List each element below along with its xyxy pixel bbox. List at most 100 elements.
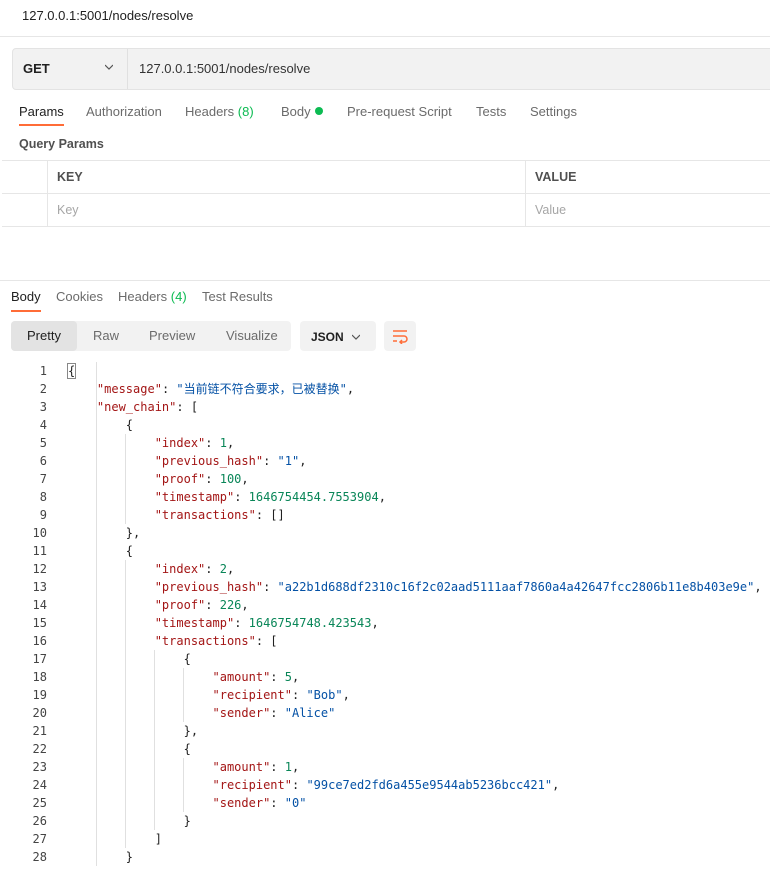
line-number: 11	[32, 544, 47, 558]
code-line: 21 },	[0, 722, 770, 740]
tab-settings[interactable]: Settings	[530, 104, 577, 119]
json-string: "99ce7ed2fd6a455e9544ab5236bcc421"	[306, 778, 553, 792]
tab-headers[interactable]: Headers (8)	[185, 104, 254, 119]
json-string: "a22b1d688df2310c16f2c02aad5111aaf7860a4…	[277, 580, 755, 594]
code-text: "index": 1,	[68, 434, 235, 452]
json-punct: :	[291, 778, 307, 792]
code-line: 26 }	[0, 812, 770, 830]
json-string: "0"	[284, 796, 307, 810]
json-punct	[68, 796, 213, 810]
key-placeholder: Key	[57, 203, 79, 217]
line-number: 5	[39, 436, 47, 450]
resp-tab-headers[interactable]: Headers (4)	[118, 289, 187, 304]
tab-underline	[11, 310, 41, 312]
code-text: "proof": 100,	[68, 470, 249, 488]
json-punct: :	[270, 796, 285, 810]
view-preview-label: Preview	[149, 328, 196, 343]
code-line: 10 },	[0, 524, 770, 542]
line-number: 4	[39, 418, 47, 432]
json-punct: ,	[241, 598, 249, 612]
json-key: "index"	[154, 562, 206, 576]
code-line: 5 "index": 1,	[0, 434, 770, 452]
json-punct: ,	[754, 580, 762, 594]
json-punct: :	[291, 688, 307, 702]
value-input[interactable]: Value	[525, 194, 770, 226]
code-line: 23 "amount": 1,	[0, 758, 770, 776]
tab-tests[interactable]: Tests	[476, 104, 506, 119]
line-number: 25	[32, 796, 47, 810]
json-key: "proof"	[154, 472, 206, 486]
json-punct: :	[270, 670, 285, 684]
line-number: 2	[39, 382, 47, 396]
json-punct: ,	[291, 760, 300, 774]
code-text: {	[68, 740, 191, 758]
json-key: "previous_hash"	[154, 454, 264, 468]
json-number: 226	[219, 598, 242, 612]
json-key: "sender"	[212, 706, 271, 720]
url-input[interactable]: 127.0.0.1:5001/nodes/resolve	[139, 61, 310, 76]
key-input[interactable]: Key	[47, 194, 526, 226]
code-line: 16 "transactions": [	[0, 632, 770, 650]
code-text: "sender": "Alice"	[68, 704, 336, 722]
code-text: "timestamp": 1646754748.423543,	[68, 614, 379, 632]
json-punct	[68, 688, 213, 702]
view-visualize[interactable]: Visualize	[211, 321, 291, 351]
json-punct: ,	[371, 616, 379, 630]
line-number: 14	[32, 598, 47, 612]
method-select[interactable]: GET	[13, 49, 128, 89]
code-text: }	[68, 848, 133, 866]
json-number: 1646754454.7553904	[248, 490, 379, 504]
json-punct: ,	[291, 670, 300, 684]
json-key: "message"	[96, 382, 162, 396]
resp-tab-test-results[interactable]: Test Results	[202, 289, 273, 304]
code-text: },	[68, 722, 198, 740]
code-text: "previous_hash": "1",	[68, 452, 307, 470]
code-line: 19 "recipient": "Bob",	[0, 686, 770, 704]
json-string: "Alice"	[284, 706, 336, 720]
json-punct: : [	[255, 634, 278, 648]
query-params-table: KEY VALUE Key Value	[2, 160, 770, 227]
response-body-code[interactable]: 1{2 "message": "当前链不符合要求，已被替换", 3 "new_ch…	[0, 362, 770, 866]
json-punct: },	[68, 724, 199, 738]
code-text: }	[68, 812, 191, 830]
tab-authorization[interactable]: Authorization	[86, 104, 162, 119]
code-text: "index": 2,	[68, 560, 235, 578]
view-mode-group: Pretty Raw Preview Visualize	[11, 321, 291, 351]
resp-tab-headers-label: Headers	[118, 289, 168, 304]
tab-body[interactable]: Body	[281, 104, 323, 119]
code-line: 14 "proof": 226,	[0, 596, 770, 614]
value-header: VALUE	[535, 170, 577, 184]
wrap-lines-button[interactable]	[384, 321, 416, 351]
code-line: 13 "previous_hash": "a22b1d688df2310c16f…	[0, 578, 770, 596]
json-punct	[68, 472, 155, 486]
resp-tab-body[interactable]: Body	[11, 289, 41, 312]
json-punct: :	[263, 580, 278, 594]
view-raw-label: Raw	[93, 328, 120, 343]
tab-params[interactable]: Params	[19, 104, 64, 126]
code-line: 12 "index": 2,	[0, 560, 770, 578]
code-line: 27 ]	[0, 830, 770, 848]
code-text: "transactions": [	[68, 632, 278, 650]
tab-pre-request-script[interactable]: Pre-request Script	[347, 104, 452, 119]
json-punct: ,	[226, 562, 235, 576]
line-number: 21	[32, 724, 47, 738]
json-punct: ,	[299, 454, 307, 468]
line-number: 10	[32, 526, 47, 540]
view-pretty[interactable]: Pretty	[11, 321, 77, 351]
line-number: 27	[32, 832, 47, 846]
code-line: 7 "proof": 100,	[0, 470, 770, 488]
code-line: 18 "amount": 5,	[0, 668, 770, 686]
json-punct: ,	[346, 382, 355, 396]
view-preview[interactable]: Preview	[133, 321, 211, 351]
json-punct: ,	[241, 472, 249, 486]
view-raw[interactable]: Raw	[77, 321, 133, 351]
json-punct	[68, 616, 155, 630]
code-text: "recipient": "99ce7ed2fd6a455e9544ab5236…	[68, 776, 560, 794]
json-punct	[68, 634, 155, 648]
json-number: 5	[284, 670, 292, 684]
json-punct	[68, 670, 213, 684]
tab-body-label: Body	[281, 104, 311, 119]
resp-tab-cookies[interactable]: Cookies	[56, 289, 103, 304]
format-select[interactable]: JSON	[300, 321, 376, 351]
line-number: 7	[39, 472, 47, 486]
